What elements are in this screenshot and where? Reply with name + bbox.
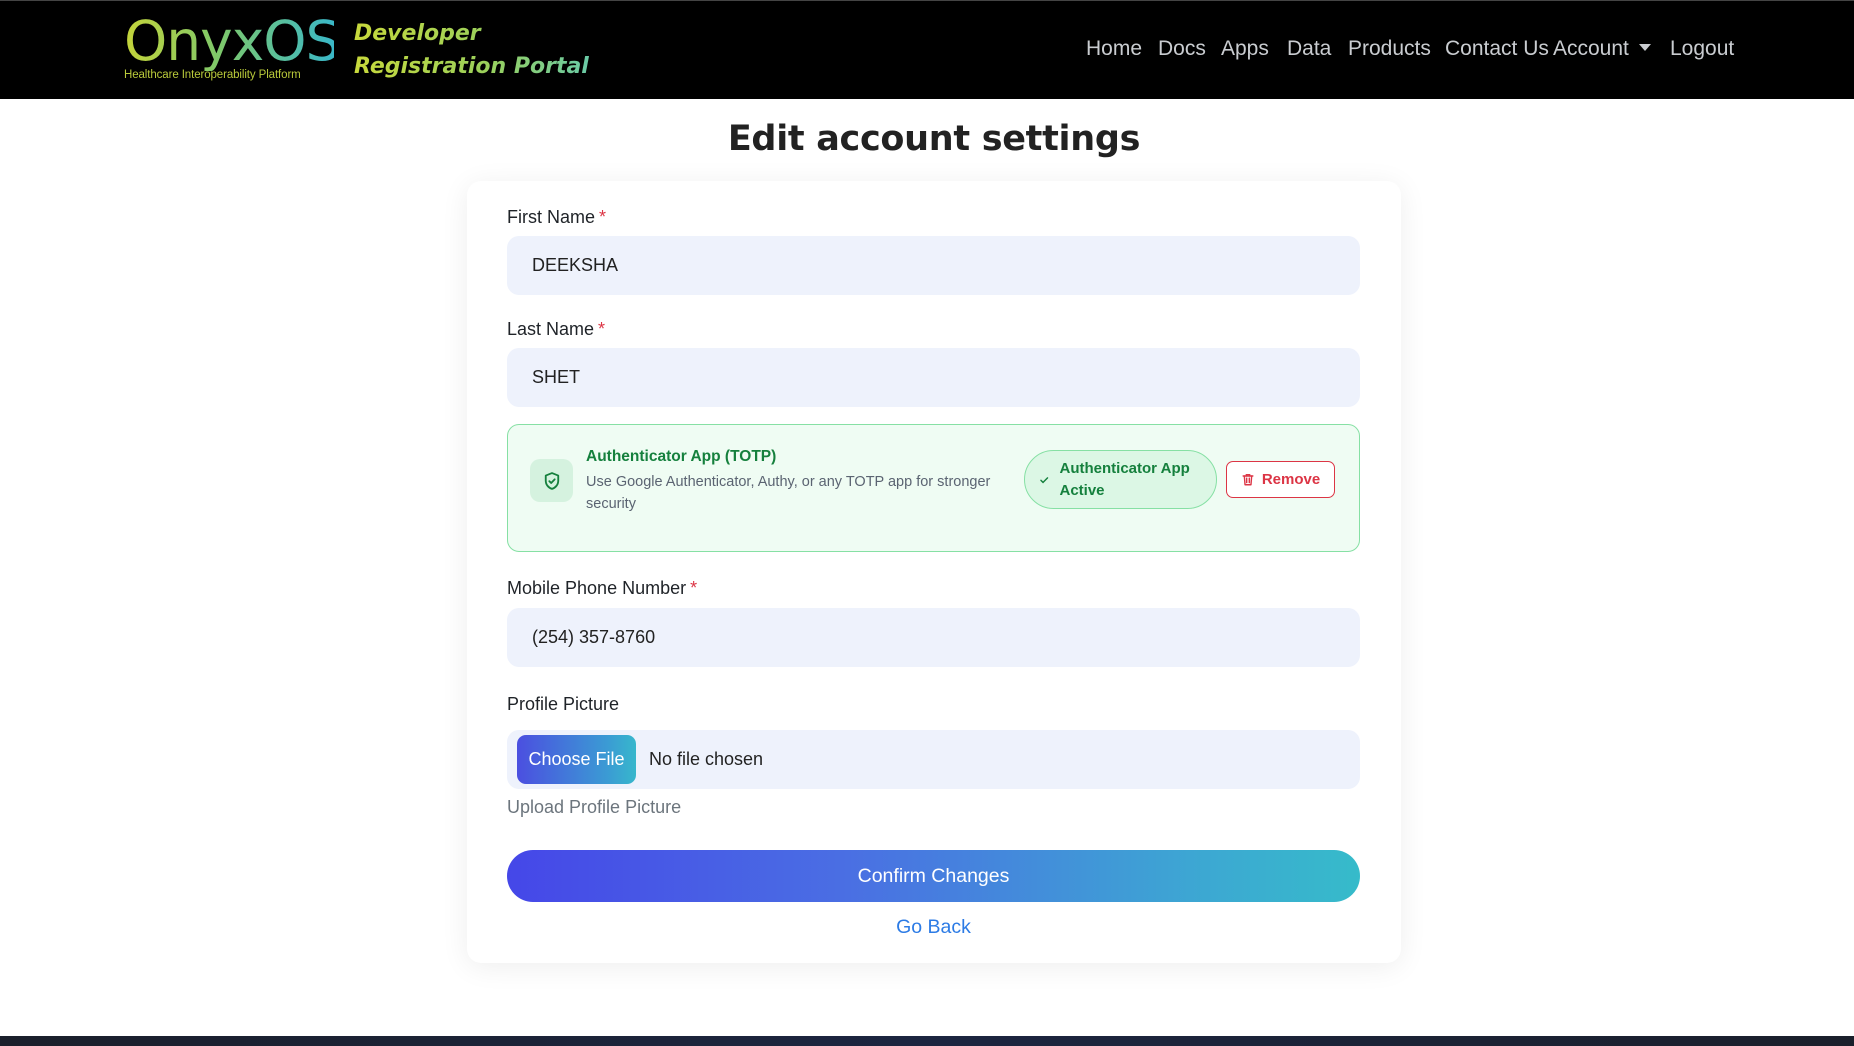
required-mark: * (599, 207, 607, 227)
logo-text: OnyxOS (124, 9, 340, 73)
totp-panel: Authenticator App (TOTP) Use Google Auth… (507, 424, 1360, 552)
remove-totp-button[interactable]: Remove (1226, 461, 1335, 498)
confirm-changes-button[interactable]: Confirm Changes (507, 850, 1360, 902)
remove-label: Remove (1261, 471, 1321, 488)
nav-logout[interactable]: Logout (1670, 37, 1734, 61)
nav-account-dropdown[interactable]: Account (1553, 37, 1651, 61)
required-mark: * (690, 578, 698, 598)
first-name-input[interactable]: DEEKSHA (507, 236, 1360, 295)
trash-icon (1242, 473, 1254, 486)
profile-picture-file-input[interactable]: Choose File No file chosen (507, 730, 1360, 789)
required-mark: * (598, 319, 606, 339)
phone-input[interactable]: (254) 357-8760 (507, 608, 1360, 667)
profile-picture-help: Upload Profile Picture (507, 797, 682, 817)
file-status: No file chosen (649, 749, 764, 769)
nav-products[interactable]: Products (1348, 37, 1431, 61)
shield-check-icon (530, 459, 573, 502)
nav-data[interactable]: Data (1287, 37, 1331, 61)
footer-edge (0, 1036, 1854, 1046)
choose-file-button[interactable]: Choose File (517, 735, 636, 784)
page-title: Edit account settings (727, 119, 1141, 159)
caret-down-icon (1638, 44, 1651, 51)
nav-account-label: Account (1553, 37, 1629, 60)
first-name-label: First Name * (507, 207, 606, 228)
totp-title: Authenticator App (TOTP) (586, 448, 777, 465)
portal-title: Developer Registration Portal (354, 17, 614, 83)
check-icon (1040, 476, 1049, 483)
totp-active-badge: Authenticator App Active (1024, 450, 1217, 509)
last-name-input[interactable]: SHET (507, 348, 1360, 407)
settings-card (467, 181, 1401, 963)
top-navbar: OnyxOS Healthcare Interoperability Platf… (0, 0, 1854, 99)
profile-picture-label: Profile Picture (507, 694, 620, 714)
nav-docs[interactable]: Docs (1158, 37, 1206, 61)
nav-apps[interactable]: Apps (1221, 37, 1269, 61)
phone-label-text: Mobile Phone Number (507, 578, 687, 598)
totp-active-label: Authenticator App Active (1059, 459, 1190, 499)
onyxos-logo[interactable]: OnyxOS Healthcare Interoperability Platf… (124, 9, 340, 89)
phone-label: Mobile Phone Number * (507, 578, 697, 599)
first-name-label-text: First Name (507, 207, 596, 227)
totp-description: Use Google Authenticator, Authy, or any … (586, 474, 991, 512)
last-name-label-text: Last Name (507, 319, 595, 339)
nav-contact-us[interactable]: Contact Us (1445, 37, 1549, 61)
last-name-label: Last Name * (507, 319, 605, 340)
go-back-link[interactable]: Go Back (507, 916, 1360, 939)
nav-home[interactable]: Home (1086, 37, 1142, 61)
